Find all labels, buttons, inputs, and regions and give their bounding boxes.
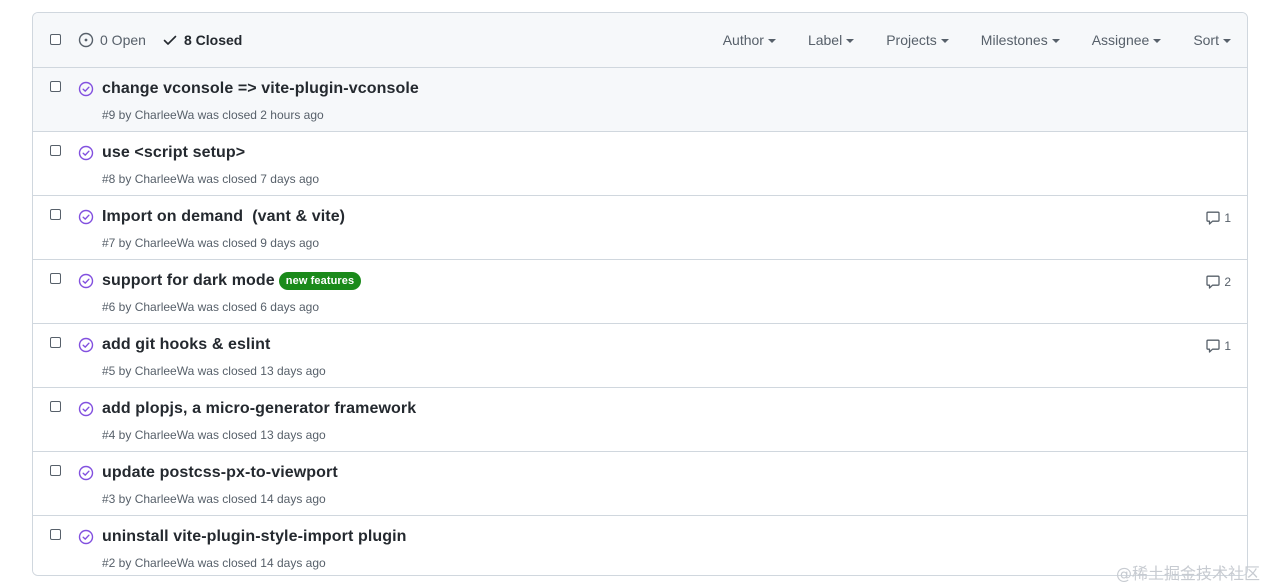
author-filter-label: Author: [722, 32, 764, 48]
issue-checkbox[interactable]: [50, 401, 61, 412]
caret-down-icon: [1153, 39, 1162, 43]
issue-closed-icon: [78, 209, 94, 230]
issue-title-wrap: Import on demand (vant & vite): [102, 208, 345, 226]
caret-down-icon: [767, 39, 776, 43]
issues-list: 0 Open 8 Closed Author Label Projects Mi…: [32, 12, 1248, 576]
issue-checkbox[interactable]: [50, 209, 61, 220]
assignee-filter-label: Assignee: [1091, 32, 1150, 48]
issue-checkbox[interactable]: [50, 145, 61, 156]
issue-title-wrap: uninstall vite-plugin-style-import plugi…: [102, 528, 407, 546]
issue-row[interactable]: uninstall vite-plugin-style-import plugi…: [33, 516, 1247, 575]
issue-meta: #4 by CharleeWa was closed 13 days ago: [102, 428, 326, 442]
issue-title-wrap: update postcss-px-to-viewport: [102, 464, 338, 482]
open-count-label: 0 Open: [100, 32, 146, 48]
caret-down-icon: [846, 39, 855, 43]
label-filter[interactable]: Label: [807, 32, 855, 48]
issue-meta: #8 by CharleeWa was closed 7 days ago: [102, 172, 320, 186]
comment-icon: [1205, 338, 1224, 354]
issue-row[interactable]: support for dark mode new features #6 by C…: [33, 260, 1247, 324]
comment-count: 2: [1224, 275, 1231, 289]
issues-list-header: 0 Open 8 Closed Author Label Projects Mi…: [33, 13, 1247, 68]
caret-down-icon: [1051, 39, 1060, 43]
sort-filter[interactable]: Sort: [1193, 32, 1231, 48]
issue-checkbox[interactable]: [50, 529, 61, 540]
issue-row[interactable]: use <script setup> #8 by CharleeWa was cl…: [33, 132, 1247, 196]
issue-comments-link[interactable]: 1: [1205, 210, 1231, 226]
issue-meta: #6 by CharleeWa was closed 6 days ago: [102, 300, 320, 314]
author-filter[interactable]: Author: [723, 32, 776, 48]
issue-closed-icon: [78, 145, 94, 166]
issue-comments-link[interactable]: 2: [1205, 274, 1231, 290]
issue-row[interactable]: add git hooks & eslint #5 by CharleeWa wa…: [33, 324, 1247, 388]
check-icon: [163, 35, 177, 45]
closed-issues-filter[interactable]: 8 Closed: [162, 32, 242, 48]
issue-title-link[interactable]: update postcss-px-to-viewport: [102, 464, 338, 482]
issue-comments-link[interactable]: 1: [1205, 338, 1231, 354]
issue-checkbox[interactable]: [50, 81, 61, 92]
comment-icon: [1205, 274, 1224, 290]
issue-meta: #5 by CharleeWa was closed 13 days ago: [102, 364, 326, 378]
issue-meta: #2 by CharleeWa was closed 14 days ago: [102, 556, 326, 570]
issue-row[interactable]: change vconsole => vite-plugin-vconsole #…: [33, 68, 1247, 132]
milestones-filter[interactable]: Milestones: [981, 32, 1060, 48]
issue-title-wrap: add plopjs, a micro-generator framework: [102, 400, 416, 418]
projects-filter[interactable]: Projects: [886, 32, 949, 48]
issue-title-wrap: use <script setup>: [102, 144, 245, 162]
issue-title-link[interactable]: uninstall vite-plugin-style-import plugi…: [102, 528, 407, 546]
issue-open-icon: [78, 32, 94, 48]
issue-title-wrap: support for dark mode new features: [102, 272, 362, 290]
label-filter-label: Label: [807, 32, 843, 48]
open-issues-filter[interactable]: 0 Open: [78, 32, 146, 48]
issue-row[interactable]: update postcss-px-to-viewport #3 by Charl…: [33, 452, 1247, 516]
issue-checkbox[interactable]: [50, 465, 61, 476]
issue-title-link[interactable]: support for dark mode: [102, 272, 275, 290]
closed-count-label: 8 Closed: [184, 32, 243, 48]
sort-filter-label: Sort: [1193, 32, 1219, 48]
caret-down-icon: [1223, 39, 1231, 43]
issue-title-link[interactable]: Import on demand (vant & vite): [102, 208, 345, 226]
issue-label-badge[interactable]: new features: [278, 272, 362, 290]
issue-closed-icon: [78, 401, 94, 422]
issue-closed-icon: [78, 529, 94, 550]
filter-bar: Author Label Projects Milestones Assigne…: [691, 32, 1231, 48]
caret-down-icon: [940, 39, 949, 43]
issue-closed-icon: [78, 273, 94, 294]
issue-meta: #9 by CharleeWa was closed 2 hours ago: [102, 108, 324, 122]
issue-row[interactable]: Import on demand (vant & vite) #7 by Char…: [33, 196, 1247, 260]
watermark: @稀土掘金技术社区: [1115, 564, 1260, 583]
issue-title-wrap: add git hooks & eslint: [102, 336, 270, 354]
issue-title-link[interactable]: change vconsole => vite-plugin-vconsole: [102, 80, 419, 98]
issue-meta: #3 by CharleeWa was closed 14 days ago: [102, 492, 326, 506]
issue-title-link[interactable]: use <script setup>: [102, 144, 245, 162]
issue-title-wrap: change vconsole => vite-plugin-vconsole: [102, 80, 419, 98]
select-all-checkbox[interactable]: [50, 34, 61, 45]
issue-row[interactable]: add plopjs, a micro-generator framework #…: [33, 388, 1247, 452]
issue-title-link[interactable]: add git hooks & eslint: [102, 336, 270, 354]
issue-title-link[interactable]: add plopjs, a micro-generator framework: [102, 400, 416, 418]
comment-count: 1: [1224, 339, 1231, 353]
issue-closed-icon: [78, 465, 94, 486]
assignee-filter[interactable]: Assignee: [1092, 32, 1162, 48]
issue-closed-icon: [78, 81, 94, 102]
projects-filter-label: Projects: [886, 32, 937, 48]
issue-closed-icon: [78, 337, 94, 358]
comment-count: 1: [1224, 211, 1231, 225]
issue-meta: #7 by CharleeWa was closed 9 days ago: [102, 236, 320, 250]
issue-checkbox[interactable]: [50, 273, 61, 284]
issue-checkbox[interactable]: [50, 337, 61, 348]
milestones-filter-label: Milestones: [980, 32, 1048, 48]
comment-icon: [1205, 210, 1224, 226]
